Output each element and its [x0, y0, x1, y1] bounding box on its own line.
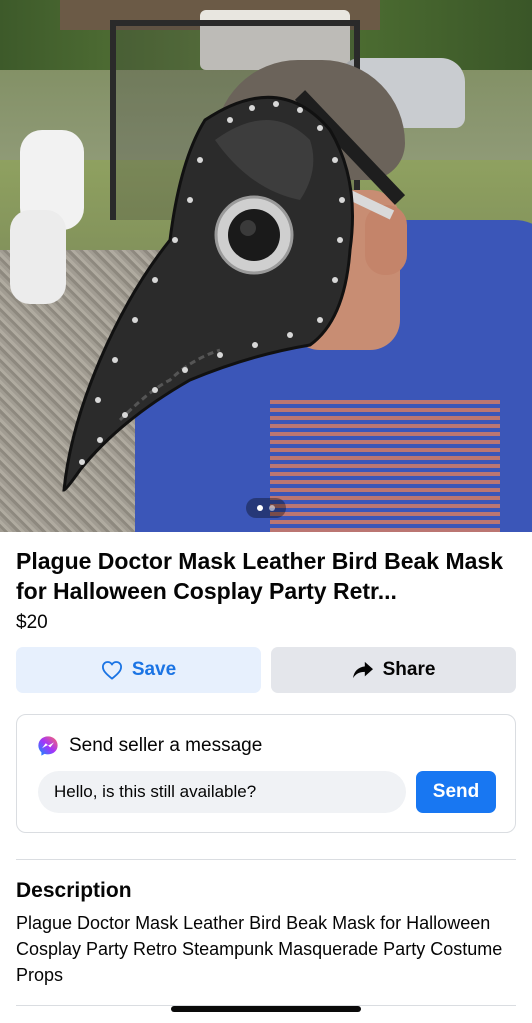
message-seller-header: Send seller a message — [37, 735, 262, 757]
share-button[interactable]: Share — [271, 647, 516, 693]
listing-price: $20 — [16, 612, 48, 633]
send-button[interactable]: Send — [416, 771, 496, 813]
message-input[interactable] — [38, 771, 406, 813]
photo-pagination[interactable] — [246, 498, 286, 518]
pagination-dot-active — [257, 505, 263, 511]
description-body: Plague Doctor Mask Leather Bird Beak Mas… — [16, 913, 503, 985]
save-button[interactable]: Save — [16, 647, 261, 693]
listing-title: Plague Doctor Mask Leather Bird Beak Mas… — [16, 548, 503, 604]
share-arrow-icon — [352, 661, 373, 679]
save-button-label: Save — [131, 659, 177, 680]
plague-mask-illustration — [62, 90, 406, 492]
pagination-dot — [269, 505, 275, 511]
message-seller-card: Send seller a message Send — [16, 714, 516, 833]
share-button-label: Share — [382, 659, 436, 680]
listing-photo[interactable] — [0, 0, 532, 532]
description-heading: Description — [16, 879, 132, 902]
message-seller-heading: Send seller a message — [69, 735, 263, 756]
heart-outline-icon — [101, 661, 122, 680]
messenger-icon — [38, 736, 58, 756]
section-divider — [16, 859, 516, 860]
home-indicator[interactable] — [171, 1006, 361, 1012]
